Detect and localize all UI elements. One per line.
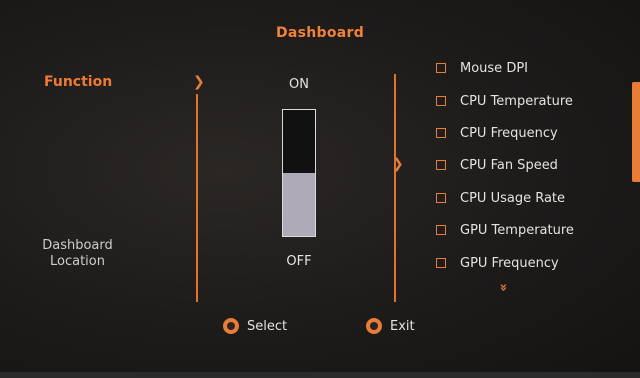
checkbox-icon	[436, 193, 446, 203]
list-item-cpu-fan-speed[interactable]: CPU Fan Speed	[436, 155, 558, 175]
toggle-off-label: OFF	[286, 254, 312, 269]
bottom-bezel	[0, 372, 640, 378]
scroll-down-icon[interactable]: »	[495, 283, 511, 292]
list-item-gpu-frequency[interactable]: GPU Frequency	[436, 253, 559, 273]
toggle-on-label: ON	[289, 77, 309, 92]
joystick-icon	[366, 318, 382, 334]
checkbox-icon	[436, 258, 446, 268]
list-item-cpu-usage-rate[interactable]: CPU Usage Rate	[436, 188, 565, 208]
select-label: Select	[247, 318, 288, 334]
list-item-label: GPU Frequency	[460, 255, 559, 271]
divider-left	[196, 94, 198, 302]
checkbox-icon	[436, 96, 446, 106]
list-item-label: CPU Usage Rate	[460, 190, 566, 206]
menu-item-dashboard-location-line2: Location	[50, 254, 105, 269]
list-item-label: CPU Fan Speed	[460, 157, 558, 173]
divider-right	[394, 74, 396, 302]
list-item-label: Mouse DPI	[460, 60, 528, 76]
checkbox-icon	[436, 63, 446, 73]
menu-item-function[interactable]: Function	[44, 74, 112, 90]
joystick-icon	[223, 318, 239, 334]
slider-fill	[283, 173, 315, 236]
list-item-cpu-temperature[interactable]: CPU Temperature	[436, 91, 573, 111]
chevron-right-icon: ❯	[193, 74, 205, 90]
exit-button[interactable]: Exit	[366, 318, 415, 334]
exit-label: Exit	[390, 318, 415, 334]
list-item-cpu-frequency[interactable]: CPU Frequency	[436, 123, 558, 143]
on-off-slider[interactable]	[282, 109, 316, 237]
list-item-label: CPU Frequency	[460, 125, 558, 141]
menu-item-dashboard-location[interactable]: Dashboard Location	[30, 238, 125, 270]
menu-item-dashboard-location-line1: Dashboard	[42, 238, 113, 253]
list-item-mouse-dpi[interactable]: Mouse DPI	[436, 58, 528, 78]
checkbox-icon	[436, 225, 446, 235]
checkbox-icon	[436, 128, 446, 138]
list-item-gpu-temperature[interactable]: GPU Temperature	[436, 220, 574, 240]
double-chevron-down-icon: »	[495, 283, 511, 292]
select-button[interactable]: Select	[223, 318, 287, 334]
page-title: Dashboard	[275, 25, 365, 41]
list-item-label: CPU Temperature	[460, 93, 573, 109]
side-tab-indicator	[632, 82, 640, 182]
checkbox-icon	[436, 160, 446, 170]
chevron-right-icon: ❯	[392, 156, 404, 172]
list-item-label: GPU Temperature	[460, 222, 574, 238]
